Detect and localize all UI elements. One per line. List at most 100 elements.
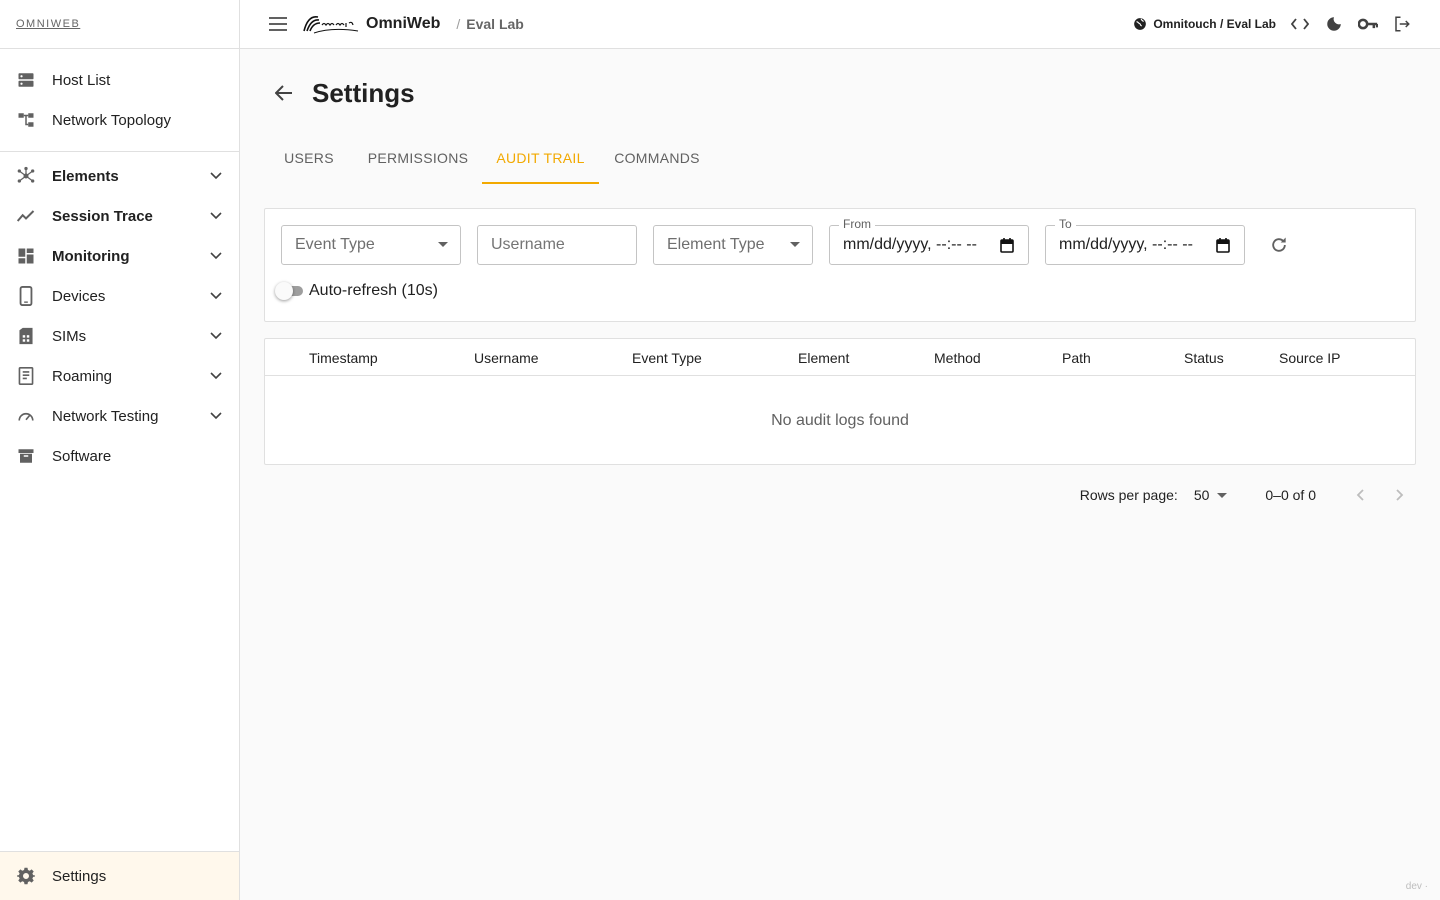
chevron-down-icon[interactable]	[209, 329, 223, 343]
from-date-value: mm/dd/yyyy, --:-- --	[843, 236, 977, 253]
prev-page-icon[interactable]	[1348, 483, 1372, 507]
auto-refresh-row: Auto-refresh (10s)	[275, 282, 438, 300]
page-title: Settings	[312, 77, 415, 108]
settings-tabs: USERS PERMISSIONS AUDIT TRAIL COMMANDS	[264, 132, 1416, 184]
sidebar-item-label: Network Testing	[52, 407, 159, 425]
dark-mode-icon[interactable]	[1324, 14, 1344, 34]
rows-per-page-select[interactable]: 50	[1194, 487, 1228, 503]
topbar-actions: Omnitouch / Eval Lab	[1133, 14, 1440, 34]
column-header-path[interactable]: Path	[1062, 350, 1091, 366]
tab-users[interactable]: USERS	[264, 132, 354, 184]
audit-filters: Event Type Element Type From mm/dd/yyyy,…	[264, 208, 1416, 322]
pagination: Rows per page: 50 0–0 of 0	[264, 483, 1416, 507]
caret-down-icon	[438, 242, 448, 247]
tab-audit-trail[interactable]: AUDIT TRAIL	[482, 132, 599, 184]
table-header: Timestamp Username Event Type Element Me…	[265, 339, 1415, 376]
sidebar-item-label: Roaming	[52, 367, 113, 385]
auto-refresh-label: Auto-refresh (10s)	[309, 282, 438, 299]
column-header-method[interactable]: Method	[934, 350, 981, 366]
tab-permissions[interactable]: PERMISSIONS	[354, 132, 482, 184]
sidebar-item-network-testing[interactable]: Network Testing	[0, 396, 239, 436]
back-arrow-icon[interactable]	[272, 81, 296, 105]
env-label: dev ·	[1405, 881, 1428, 892]
brand[interactable]: OMNIWEB	[0, 0, 239, 49]
sidebar-item-session-trace[interactable]: Session Trace	[0, 196, 239, 236]
sidebar-item-sims[interactable]: SIMs	[0, 316, 239, 356]
to-date-field[interactable]: To mm/dd/yyyy, --:-- --	[1045, 217, 1245, 265]
element-type-placeholder: Element Type	[667, 236, 765, 253]
column-header-status[interactable]: Status	[1184, 350, 1224, 366]
audit-table: Timestamp Username Event Type Element Me…	[264, 338, 1416, 465]
chevron-down-icon[interactable]	[209, 369, 223, 383]
sidebar-item-label: Session Trace	[52, 207, 153, 225]
chevron-down-icon[interactable]	[209, 209, 223, 223]
empty-state: No audit logs found	[771, 412, 909, 429]
chevron-down-icon[interactable]	[209, 289, 223, 303]
sidebar-item-label: SIMs	[52, 327, 87, 345]
sidebar-item-label: Software	[52, 447, 112, 465]
sidebar-item-host-list[interactable]: Host List	[0, 60, 239, 100]
event-type-select[interactable]: Event Type	[281, 225, 461, 265]
topology-icon	[16, 110, 36, 130]
column-header-event-type[interactable]: Event Type	[632, 350, 702, 366]
refresh-icon[interactable]	[1268, 234, 1290, 256]
trending-icon	[16, 206, 36, 226]
breadcrumb-separator: /	[456, 16, 461, 32]
brand-label[interactable]: OMNIWEB	[16, 18, 80, 30]
column-header-element[interactable]: Element	[798, 350, 849, 366]
app-name[interactable]: OmniWeb	[366, 15, 440, 33]
gear-icon	[16, 866, 36, 886]
sidebar-item-roaming[interactable]: Roaming	[0, 356, 239, 396]
next-page-icon[interactable]	[1388, 483, 1412, 507]
caret-down-icon	[1217, 492, 1228, 498]
column-header-source-ip[interactable]: Source IP	[1279, 350, 1340, 366]
breadcrumb[interactable]: Eval Lab	[466, 16, 524, 32]
code-icon[interactable]	[1290, 14, 1310, 34]
sidebar-item-monitoring[interactable]: Monitoring	[0, 236, 239, 276]
chevron-down-icon[interactable]	[209, 169, 223, 183]
sidebar-item-devices[interactable]: Devices	[0, 276, 239, 316]
speed-icon	[16, 406, 36, 426]
to-label: To	[1055, 217, 1076, 231]
sidebar-item-settings[interactable]: Settings	[0, 851, 239, 900]
username-field[interactable]	[477, 225, 637, 265]
tenant-selector[interactable]: Omnitouch / Eval Lab	[1133, 17, 1276, 31]
tenant-label: Omnitouch / Eval Lab	[1153, 17, 1276, 31]
tab-commands[interactable]: COMMANDS	[599, 132, 715, 184]
hub-icon	[16, 166, 36, 186]
omnitouch-logo	[302, 11, 360, 37]
dashboard-icon	[16, 246, 36, 266]
column-header-timestamp[interactable]: Timestamp	[309, 350, 378, 366]
chevron-down-icon[interactable]	[209, 409, 223, 423]
sidebar-item-elements[interactable]: Elements	[0, 156, 239, 196]
to-date-value: mm/dd/yyyy, --:-- --	[1059, 236, 1193, 253]
sidebar-item-label: Monitoring	[52, 247, 130, 265]
column-header-username[interactable]: Username	[474, 350, 539, 366]
calendar-icon[interactable]	[1216, 238, 1230, 253]
sidebar: OMNIWEB Host List Network Topology Eleme…	[0, 0, 240, 900]
logout-icon[interactable]	[1392, 14, 1412, 34]
sim-icon	[16, 326, 36, 346]
archive-icon	[16, 446, 36, 466]
element-type-select[interactable]: Element Type	[653, 225, 813, 265]
chevron-down-icon[interactable]	[209, 249, 223, 263]
nav-group-top: Host List Network Topology	[0, 49, 239, 152]
sidebar-item-network-topology[interactable]: Network Topology	[0, 100, 239, 140]
rows-per-page-value: 50	[1193, 487, 1210, 503]
sidebar-item-label: Devices	[52, 287, 106, 305]
globe-icon	[1133, 17, 1147, 31]
page-header: Settings	[264, 77, 1416, 109]
server-icon	[16, 70, 36, 90]
username-input[interactable]	[491, 236, 636, 254]
key-icon[interactable]	[1358, 14, 1378, 34]
menu-icon[interactable]	[266, 12, 290, 36]
phone-icon	[16, 286, 36, 306]
rows-per-page-label: Rows per page:	[1079, 487, 1178, 503]
from-date-field[interactable]: From mm/dd/yyyy, --:-- --	[829, 217, 1029, 265]
nav-group-sections: Elements Session Trace Monitoring Device…	[0, 152, 239, 480]
calendar-icon[interactable]	[1000, 238, 1014, 253]
toggle-thumb	[275, 282, 293, 300]
sidebar-item-label: Host List	[52, 71, 111, 89]
auto-refresh-toggle[interactable]	[275, 282, 303, 300]
sidebar-item-software[interactable]: Software	[0, 436, 239, 476]
